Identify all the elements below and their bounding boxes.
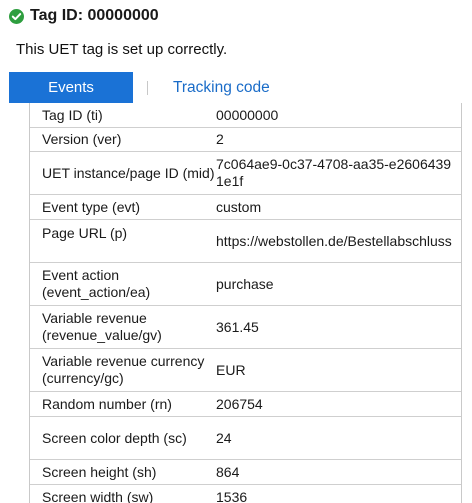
property-value: 1536	[216, 484, 461, 503]
page-title: Tag ID: 00000000	[30, 7, 159, 24]
property-value: 864	[216, 459, 461, 485]
property-key: Page URL (p)	[30, 219, 216, 263]
table-row: Screen color depth (sc) 24	[30, 416, 461, 460]
tag-header: Tag ID: 00000000	[9, 7, 159, 25]
property-value: 24	[216, 416, 461, 460]
property-key: Screen color depth (sc)	[30, 416, 216, 460]
tab-tracking-code[interactable]: Tracking code	[173, 79, 270, 97]
property-value: https://webstollen.de/Bestellabschluss	[216, 219, 461, 263]
property-key: Event action (event_action/ea)	[30, 262, 216, 306]
table-row: Page URL (p) https://webstollen.de/Beste…	[30, 219, 461, 263]
property-value: 7c064ae9-0c37-4708-aa35-e26064391e1f	[216, 151, 461, 195]
property-value: 2	[216, 127, 461, 152]
property-key: Event type (evt)	[30, 194, 216, 220]
status-message: This UET tag is set up correctly.	[16, 41, 228, 58]
check-circle-icon	[9, 8, 24, 24]
property-key: Screen width (sw)	[30, 484, 216, 503]
table-row: Tag ID (ti) 00000000	[30, 103, 461, 128]
event-properties-table: Tag ID (ti) 00000000 Version (ver) 2 UET…	[30, 103, 461, 503]
table-row: Version (ver) 2	[30, 127, 461, 152]
property-value: 361.45	[216, 305, 461, 349]
property-key: UET instance/page ID (mid)	[30, 151, 216, 195]
table-row: Screen width (sw) 1536	[30, 484, 461, 503]
tab-events[interactable]: Events	[9, 72, 133, 103]
property-key: Screen height (sh)	[30, 459, 216, 485]
table-row: Variable revenue (revenue_value/gv) 361.…	[30, 305, 461, 349]
tab-bar: Events Tracking code	[9, 72, 469, 103]
property-key: Variable revenue currency (currency/gc)	[30, 348, 216, 392]
property-key: Random number (rn)	[30, 391, 216, 417]
table-row: Screen height (sh) 864	[30, 459, 461, 485]
property-value: EUR	[216, 348, 461, 392]
events-panel: Tag ID (ti) 00000000 Version (ver) 2 UET…	[29, 103, 462, 503]
table-row: Variable revenue currency (currency/gc) …	[30, 348, 461, 392]
table-row: Event type (evt) custom	[30, 194, 461, 220]
table-row: Random number (rn) 206754	[30, 391, 461, 417]
table-row: Event action (event_action/ea) purchase	[30, 262, 461, 306]
property-value: purchase	[216, 262, 461, 306]
property-key: Version (ver)	[30, 127, 216, 152]
property-key: Tag ID (ti)	[30, 103, 216, 128]
tab-divider	[147, 80, 148, 95]
property-value: custom	[216, 194, 461, 220]
property-value: 206754	[216, 391, 461, 417]
property-key: Variable revenue (revenue_value/gv)	[30, 305, 216, 349]
table-row: UET instance/page ID (mid) 7c064ae9-0c37…	[30, 151, 461, 195]
property-value: 00000000	[216, 103, 461, 128]
